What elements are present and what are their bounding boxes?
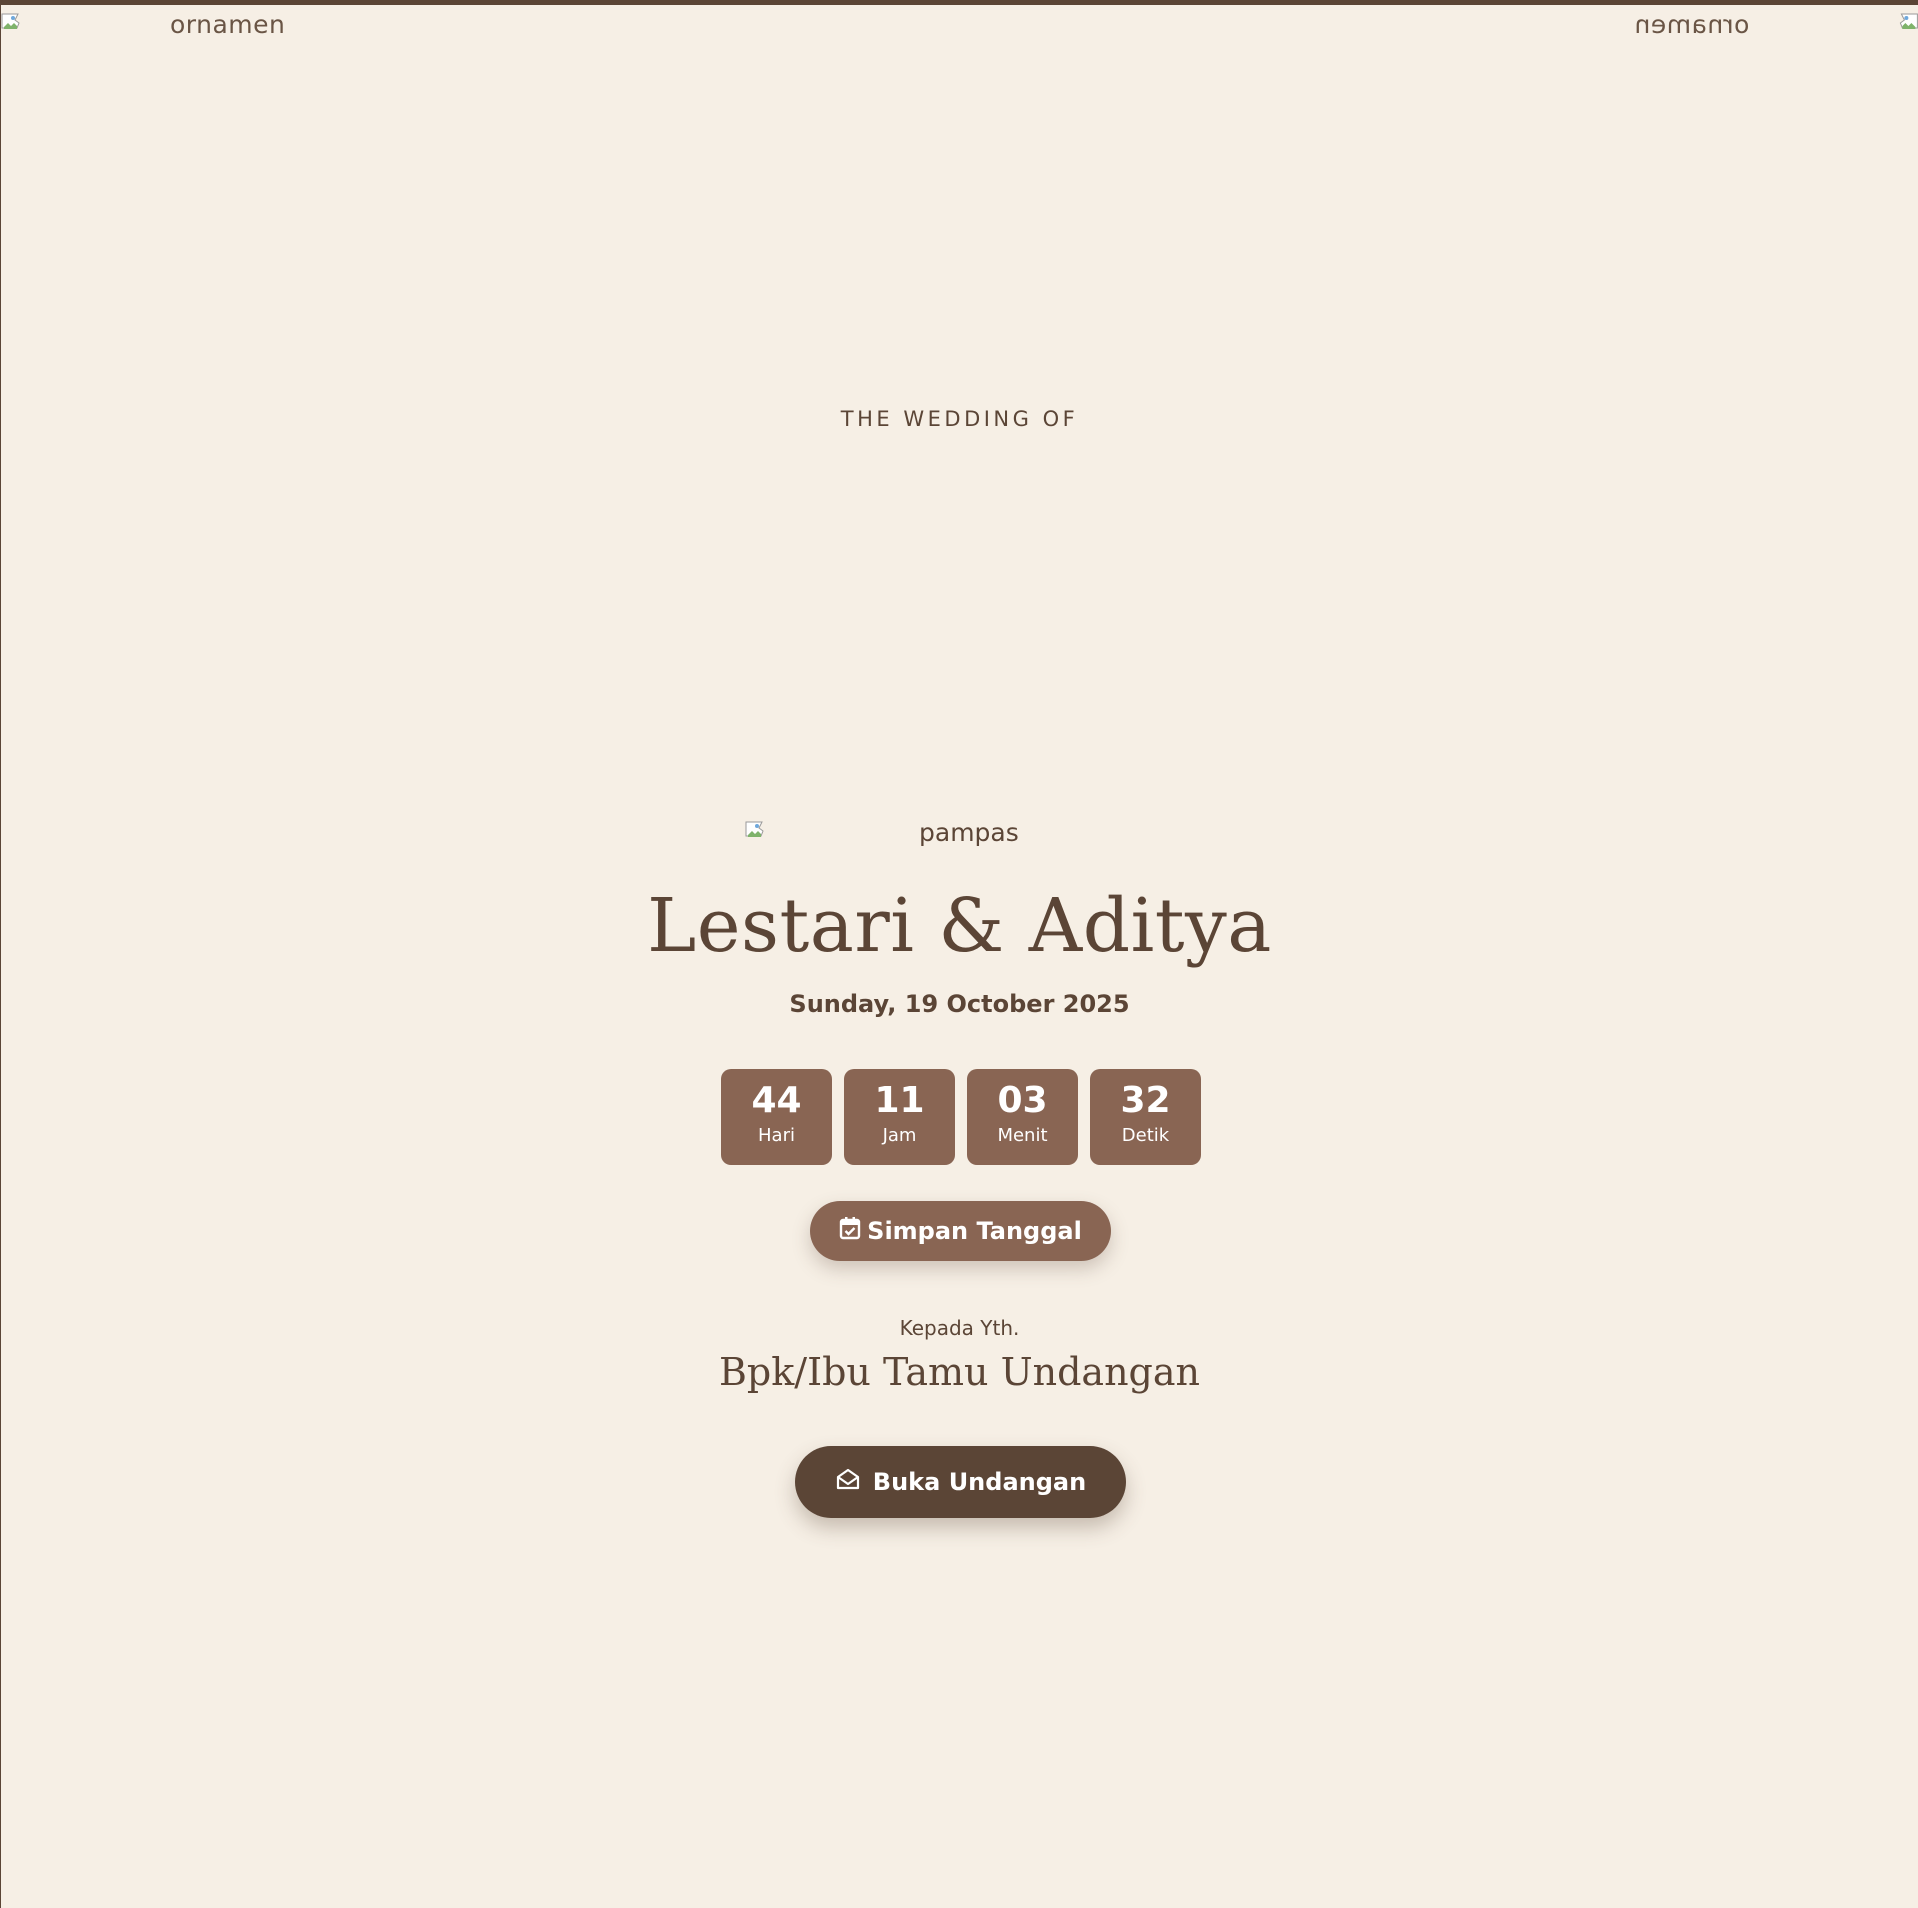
wedding-overline: THE WEDDING OF [840, 407, 1079, 431]
countdown-hours: 11 Jam [844, 1069, 955, 1165]
broken-image-icon [1, 13, 25, 35]
guest-name: Bpk/Ibu Tamu Undangan [718, 1350, 1200, 1394]
countdown-days: 44 Hari [721, 1069, 832, 1165]
save-date-button[interactable]: Simpan Tanggal [810, 1201, 1111, 1261]
broken-image-icon [1894, 13, 1918, 35]
recipient-label: Kepada Yth. [899, 1316, 1020, 1340]
pampas-alt-text: pampas [919, 817, 1019, 847]
countdown-value: 11 [874, 1080, 925, 1121]
ornament-alt-text: ornamen [170, 9, 286, 39]
countdown-label: Menit [997, 1125, 1048, 1146]
cover-page: ornamen ornamen THE WEDDING OF pampas Le… [1, 5, 1918, 1908]
couple-names: Lestari & Aditya [647, 883, 1272, 969]
calendar-check-icon [839, 1216, 861, 1246]
envelope-open-icon [835, 1466, 861, 1498]
countdown-label: Jam [882, 1125, 917, 1146]
pampas-image: pampas [745, 817, 1019, 847]
ornament-alt-text: ornamen [1633, 9, 1749, 39]
countdown-value: 03 [997, 1080, 1048, 1121]
open-invitation-button[interactable]: Buka Undangan [795, 1446, 1126, 1518]
open-invitation-label: Buka Undangan [872, 1468, 1087, 1496]
ornament-top-left: ornamen [1, 9, 285, 39]
broken-image-icon [745, 821, 769, 843]
wedding-date: Sunday, 19 October 2025 [789, 990, 1130, 1018]
countdown-value: 44 [751, 1080, 802, 1121]
countdown-seconds: 32 Detik [1090, 1069, 1201, 1165]
ornament-top-right: ornamen [1634, 9, 1918, 39]
countdown-minutes: 03 Menit [967, 1069, 1078, 1165]
countdown-label: Detik [1121, 1125, 1170, 1146]
countdown-timer: 44 Hari 11 Jam 03 Menit 32 Detik [721, 1069, 1201, 1165]
save-date-label: Simpan Tanggal [867, 1217, 1082, 1245]
countdown-label: Hari [758, 1125, 795, 1146]
countdown-value: 32 [1120, 1080, 1171, 1121]
